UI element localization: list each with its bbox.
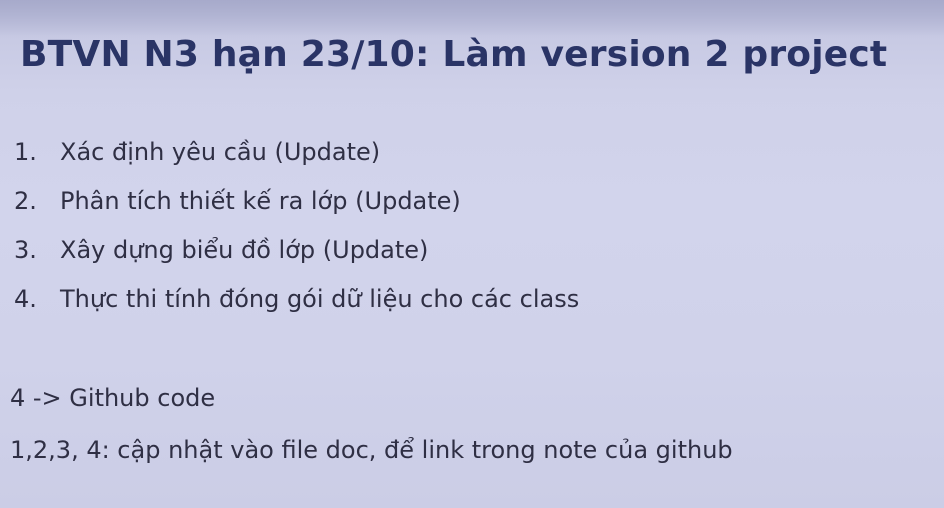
task-number: 3. (14, 236, 37, 264)
slide-title: BTVN N3 hạn 23/10: Làm version 2 project (20, 34, 888, 75)
task-item: 1. Xác định yêu cầu (Update) (14, 138, 579, 187)
task-list: 1. Xác định yêu cầu (Update) 2. Phân tíc… (14, 138, 579, 334)
screen-glare (0, 0, 944, 36)
task-text: Phân tích thiết kế ra lớp (Update) (60, 187, 461, 215)
task-item: 2. Phân tích thiết kế ra lớp (Update) (14, 187, 579, 236)
doc-note: 1,2,3, 4: cập nhật vào file doc, để link… (10, 436, 733, 464)
slide: BTVN N3 hạn 23/10: Làm version 2 project… (0, 0, 944, 508)
task-text: Xác định yêu cầu (Update) (60, 138, 381, 166)
task-text: Thực thi tính đóng gói dữ liệu cho các c… (60, 285, 580, 313)
task-item: 3. Xây dựng biểu đồ lớp (Update) (14, 236, 579, 285)
task-text: Xây dựng biểu đồ lớp (Update) (60, 236, 429, 264)
task-number: 2. (14, 187, 37, 215)
github-note: 4 -> Github code (10, 384, 216, 412)
task-number: 1. (14, 138, 37, 166)
task-number: 4. (14, 285, 37, 313)
task-item: 4. Thực thi tính đóng gói dữ liệu cho cá… (14, 285, 579, 334)
